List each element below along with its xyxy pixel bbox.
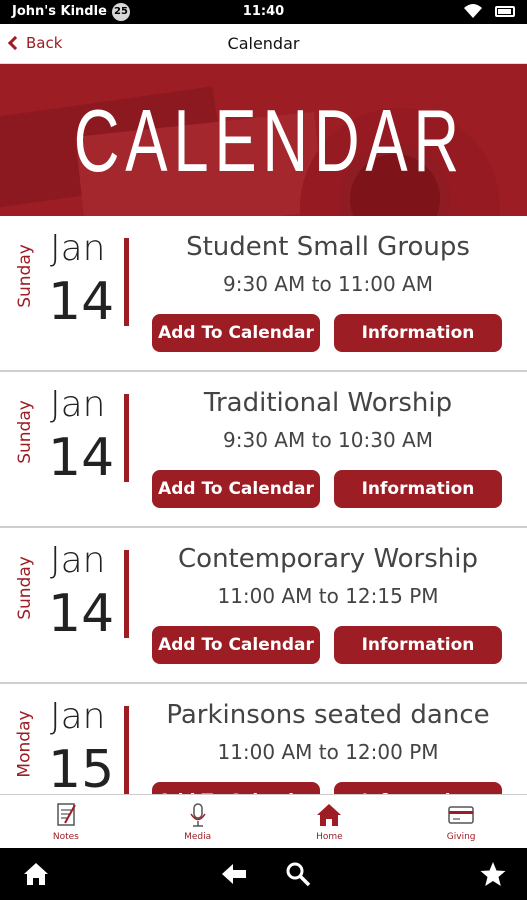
event-month: Jan	[50, 384, 106, 425]
tab-notes[interactable]: Notes	[0, 795, 132, 848]
nav-bar: Back Calendar	[0, 24, 527, 64]
tab-label: Home	[316, 832, 343, 842]
microphone-icon	[189, 803, 206, 827]
event-day: 14	[48, 584, 115, 644]
event-divider	[124, 394, 129, 482]
credit-card-icon	[448, 806, 474, 824]
event-day: 14	[48, 428, 115, 488]
back-arrow-icon[interactable]	[220, 860, 248, 888]
home-icon	[317, 804, 342, 826]
information-button[interactable]: Information	[334, 626, 502, 664]
event-weekday: Sunday	[15, 556, 36, 620]
event-name: Traditional Worship	[203, 388, 453, 418]
event-item: Sunday Jan 14 Contemporary Worship 11:00…	[0, 528, 527, 684]
event-item: Monday Jan 15 Parkinsons seated dance 11…	[0, 684, 527, 794]
event-time: 11:00 AM to 12:15 PM	[217, 584, 439, 608]
wifi-icon	[464, 4, 482, 18]
event-weekday: Sunday	[15, 244, 36, 308]
add-to-calendar-button[interactable]: Add To Calendar	[152, 470, 320, 508]
event-weekday-wrap: Monday	[2, 684, 48, 794]
event-list[interactable]: Sunday Jan 14 Student Small Groups 9:30 …	[0, 216, 527, 794]
event-month: Jan	[50, 540, 106, 581]
information-button[interactable]: Information	[334, 782, 502, 794]
event-item: Sunday Jan 14 Student Small Groups 9:30 …	[0, 216, 527, 372]
event-divider	[124, 550, 129, 638]
event-name: Parkinsons seated dance	[166, 700, 490, 730]
tab-label: Notes	[52, 832, 79, 842]
event-divider	[124, 706, 129, 794]
event-weekday-wrap: Sunday	[2, 372, 48, 492]
hero-banner: CALENDAR	[0, 64, 527, 216]
tab-media[interactable]: Media	[132, 795, 264, 848]
event-name: Student Small Groups	[186, 232, 470, 262]
event-weekday: Sunday	[15, 400, 36, 464]
system-nav-bar	[0, 848, 527, 900]
tab-giving[interactable]: Giving	[395, 795, 527, 848]
tab-home[interactable]: Home	[264, 795, 396, 848]
event-time: 11:00 AM to 12:00 PM	[217, 740, 439, 764]
add-to-calendar-button[interactable]: Add To Calendar	[152, 314, 320, 352]
search-icon[interactable]	[284, 860, 312, 888]
tab-bar: Notes Media Home Giving	[0, 794, 527, 848]
event-day: 14	[48, 272, 115, 332]
information-button[interactable]: Information	[334, 314, 502, 352]
event-weekday-wrap: Sunday	[2, 216, 48, 336]
event-name: Contemporary Worship	[178, 544, 478, 574]
page-title: Calendar	[227, 34, 300, 53]
status-bar: John's Kindle 25 11:40	[0, 0, 527, 24]
event-month: Jan	[50, 696, 106, 737]
star-icon[interactable]	[479, 860, 507, 888]
add-to-calendar-button[interactable]: Add To Calendar	[152, 782, 320, 794]
hero-title: CALENDAR	[73, 91, 465, 190]
tab-label: Giving	[446, 832, 476, 842]
event-item: Sunday Jan 14 Traditional Worship 9:30 A…	[0, 372, 527, 528]
event-divider	[124, 238, 129, 326]
event-time: 9:30 AM to 11:00 AM	[223, 272, 433, 296]
battery-icon	[495, 6, 515, 17]
event-time: 9:30 AM to 10:30 AM	[223, 428, 433, 452]
tab-label: Media	[184, 832, 212, 842]
add-to-calendar-button[interactable]: Add To Calendar	[152, 626, 320, 664]
event-weekday-wrap: Sunday	[2, 528, 48, 648]
event-weekday: Monday	[15, 710, 35, 778]
status-time: 11:40	[242, 4, 285, 19]
notes-icon	[57, 803, 76, 826]
event-day: 15	[48, 740, 115, 794]
information-button[interactable]: Information	[334, 470, 502, 508]
event-month: Jan	[50, 228, 106, 269]
home-icon[interactable]	[22, 860, 50, 888]
